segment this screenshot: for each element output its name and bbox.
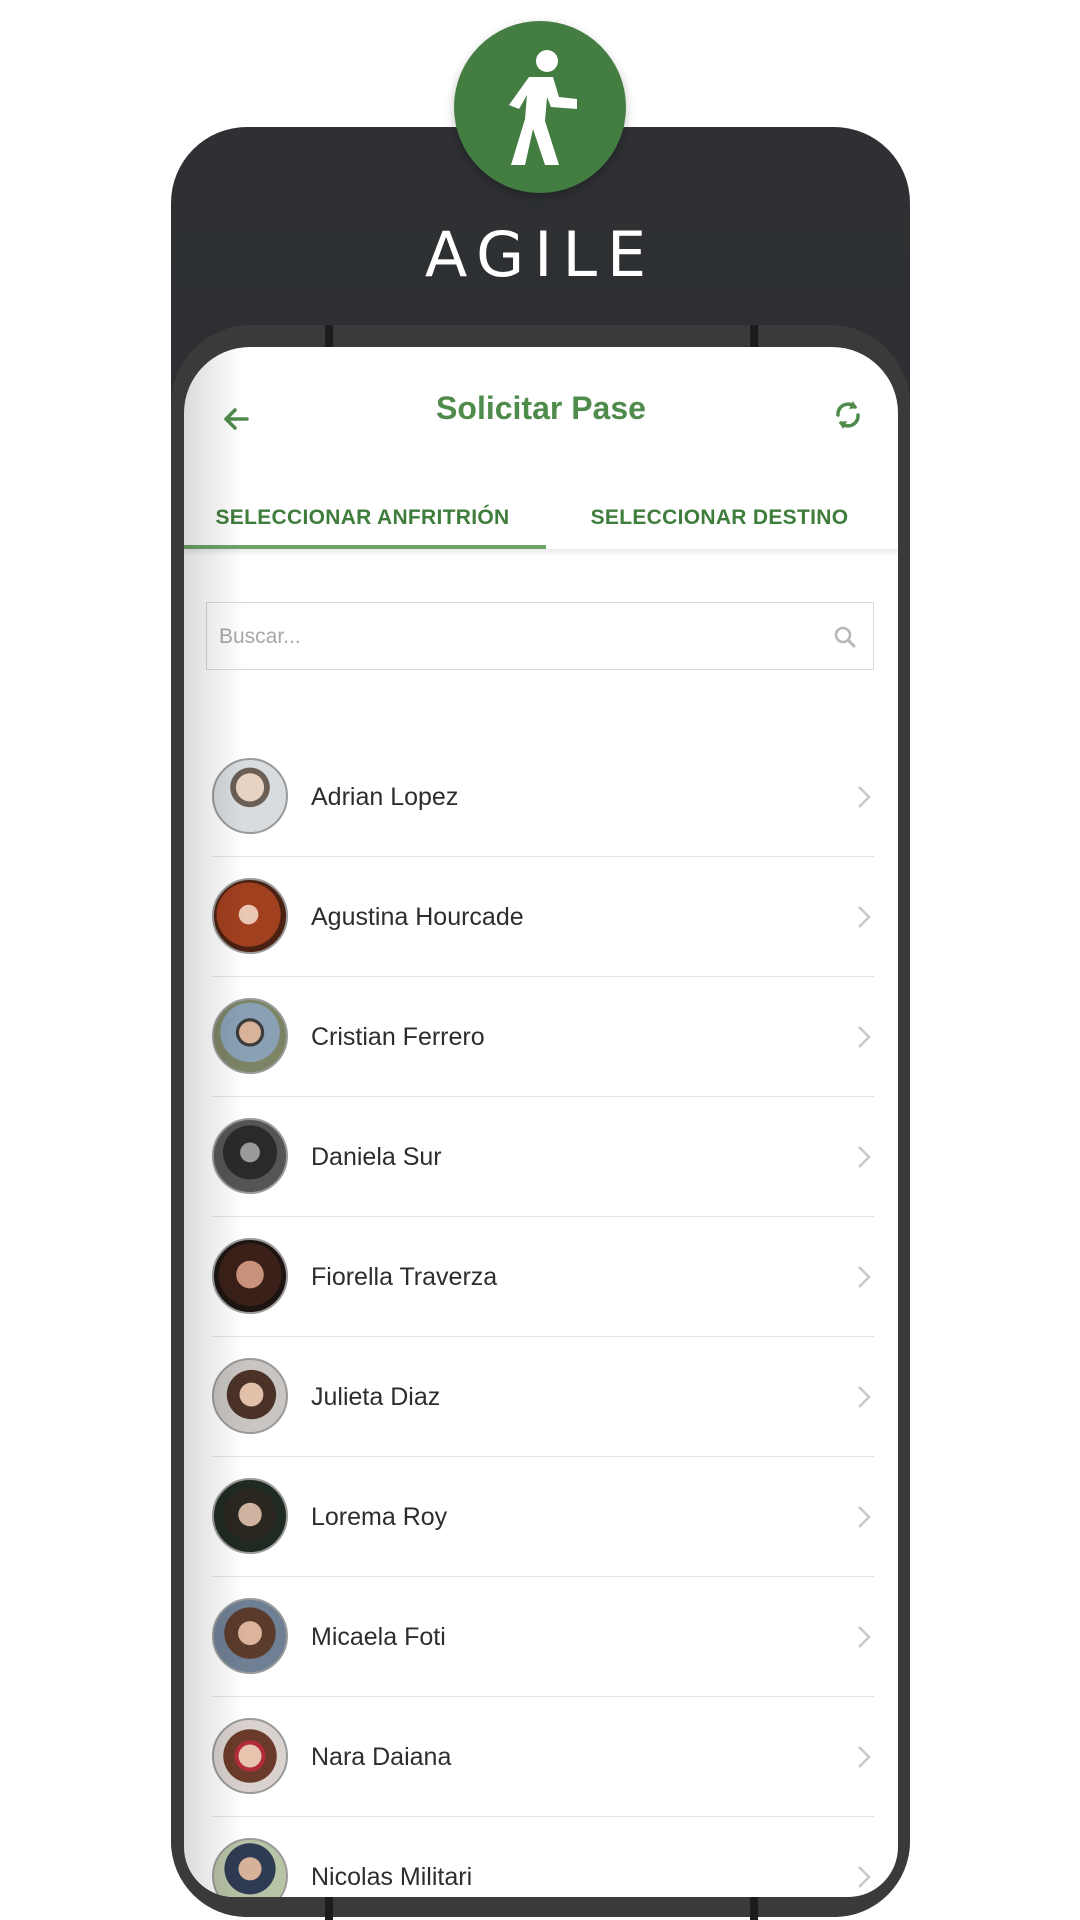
avatar bbox=[212, 1838, 288, 1897]
search-icon[interactable] bbox=[833, 625, 857, 649]
tab-seleccionar-anfitrion[interactable]: SELECCIONAR ANFRITRIÓN bbox=[184, 487, 541, 549]
avatar bbox=[212, 998, 288, 1074]
active-tab-indicator bbox=[184, 545, 546, 549]
search-box bbox=[206, 602, 874, 671]
refresh-button[interactable] bbox=[824, 391, 872, 439]
host-row-julieta-diaz[interactable]: Julieta Diaz bbox=[184, 1337, 898, 1457]
chevron-right-icon bbox=[858, 1146, 871, 1168]
host-list: Adrian Lopez Agustina Hourcade Cristian … bbox=[184, 737, 898, 1897]
host-name: Lorema Roy bbox=[311, 1502, 448, 1531]
brand-logo bbox=[454, 21, 626, 193]
host-row-nara-daiana[interactable]: Nara Daiana bbox=[184, 1697, 898, 1817]
chevron-right-icon bbox=[858, 1026, 871, 1048]
host-name: Micaela Foti bbox=[311, 1622, 446, 1651]
host-row-nicolas-militari[interactable]: Nicolas Militari bbox=[184, 1817, 898, 1897]
phone-screen: Solicitar Pase SELECCIONAR ANFRITRIÓN SE… bbox=[184, 347, 898, 1897]
avatar bbox=[212, 1478, 288, 1554]
chevron-right-icon bbox=[858, 1866, 871, 1888]
chevron-right-icon bbox=[858, 1266, 871, 1288]
host-name: Fiorella Traverza bbox=[311, 1262, 498, 1291]
chevron-right-icon bbox=[858, 1506, 871, 1528]
host-name: Nara Daiana bbox=[311, 1742, 452, 1771]
host-row-cristian-ferrero[interactable]: Cristian Ferrero bbox=[184, 977, 898, 1097]
host-name: Julieta Diaz bbox=[311, 1382, 441, 1411]
frame-mark bbox=[750, 1894, 758, 1920]
refresh-icon bbox=[836, 401, 860, 429]
chevron-right-icon bbox=[858, 786, 871, 808]
walking-person-icon bbox=[509, 50, 577, 165]
chevron-right-icon bbox=[858, 906, 871, 928]
host-row-lorema-roy[interactable]: Lorema Roy bbox=[184, 1457, 898, 1577]
host-row-adrian-lopez[interactable]: Adrian Lopez bbox=[184, 737, 898, 857]
host-name: Daniela Sur bbox=[311, 1142, 442, 1171]
chevron-right-icon bbox=[858, 1386, 871, 1408]
host-name: Agustina Hourcade bbox=[311, 902, 524, 931]
tab-bar: SELECCIONAR ANFRITRIÓN SELECCIONAR DESTI… bbox=[184, 487, 898, 549]
search-input[interactable] bbox=[207, 603, 821, 671]
avatar bbox=[212, 1358, 288, 1434]
host-name: Nicolas Militari bbox=[311, 1862, 473, 1891]
avatar bbox=[212, 758, 288, 834]
host-name: Cristian Ferrero bbox=[311, 1022, 485, 1051]
avatar bbox=[212, 1118, 288, 1194]
chevron-right-icon bbox=[858, 1746, 871, 1768]
brand-title: AGILE bbox=[424, 218, 657, 291]
tab-seleccionar-destino[interactable]: SELECCIONAR DESTINO bbox=[541, 487, 898, 549]
frame-mark bbox=[325, 1894, 333, 1920]
avatar bbox=[212, 1598, 288, 1674]
host-name: Adrian Lopez bbox=[311, 782, 459, 811]
avatar bbox=[212, 878, 288, 954]
page-title: Solicitar Pase bbox=[436, 390, 646, 426]
host-row-fiorella-traverza[interactable]: Fiorella Traverza bbox=[184, 1217, 898, 1337]
host-row-micaela-foti[interactable]: Micaela Foti bbox=[184, 1577, 898, 1697]
frame-mark bbox=[750, 325, 758, 347]
avatar bbox=[212, 1238, 288, 1314]
avatar bbox=[212, 1718, 288, 1794]
chevron-right-icon bbox=[858, 1626, 871, 1648]
app-canvas: AGILE Solicitar Pase SELECCIONAR ANFRITR… bbox=[0, 0, 1080, 1920]
host-row-agustina-hourcade[interactable]: Agustina Hourcade bbox=[184, 857, 898, 977]
frame-mark bbox=[325, 325, 333, 347]
host-row-daniela-sur[interactable]: Daniela Sur bbox=[184, 1097, 898, 1217]
